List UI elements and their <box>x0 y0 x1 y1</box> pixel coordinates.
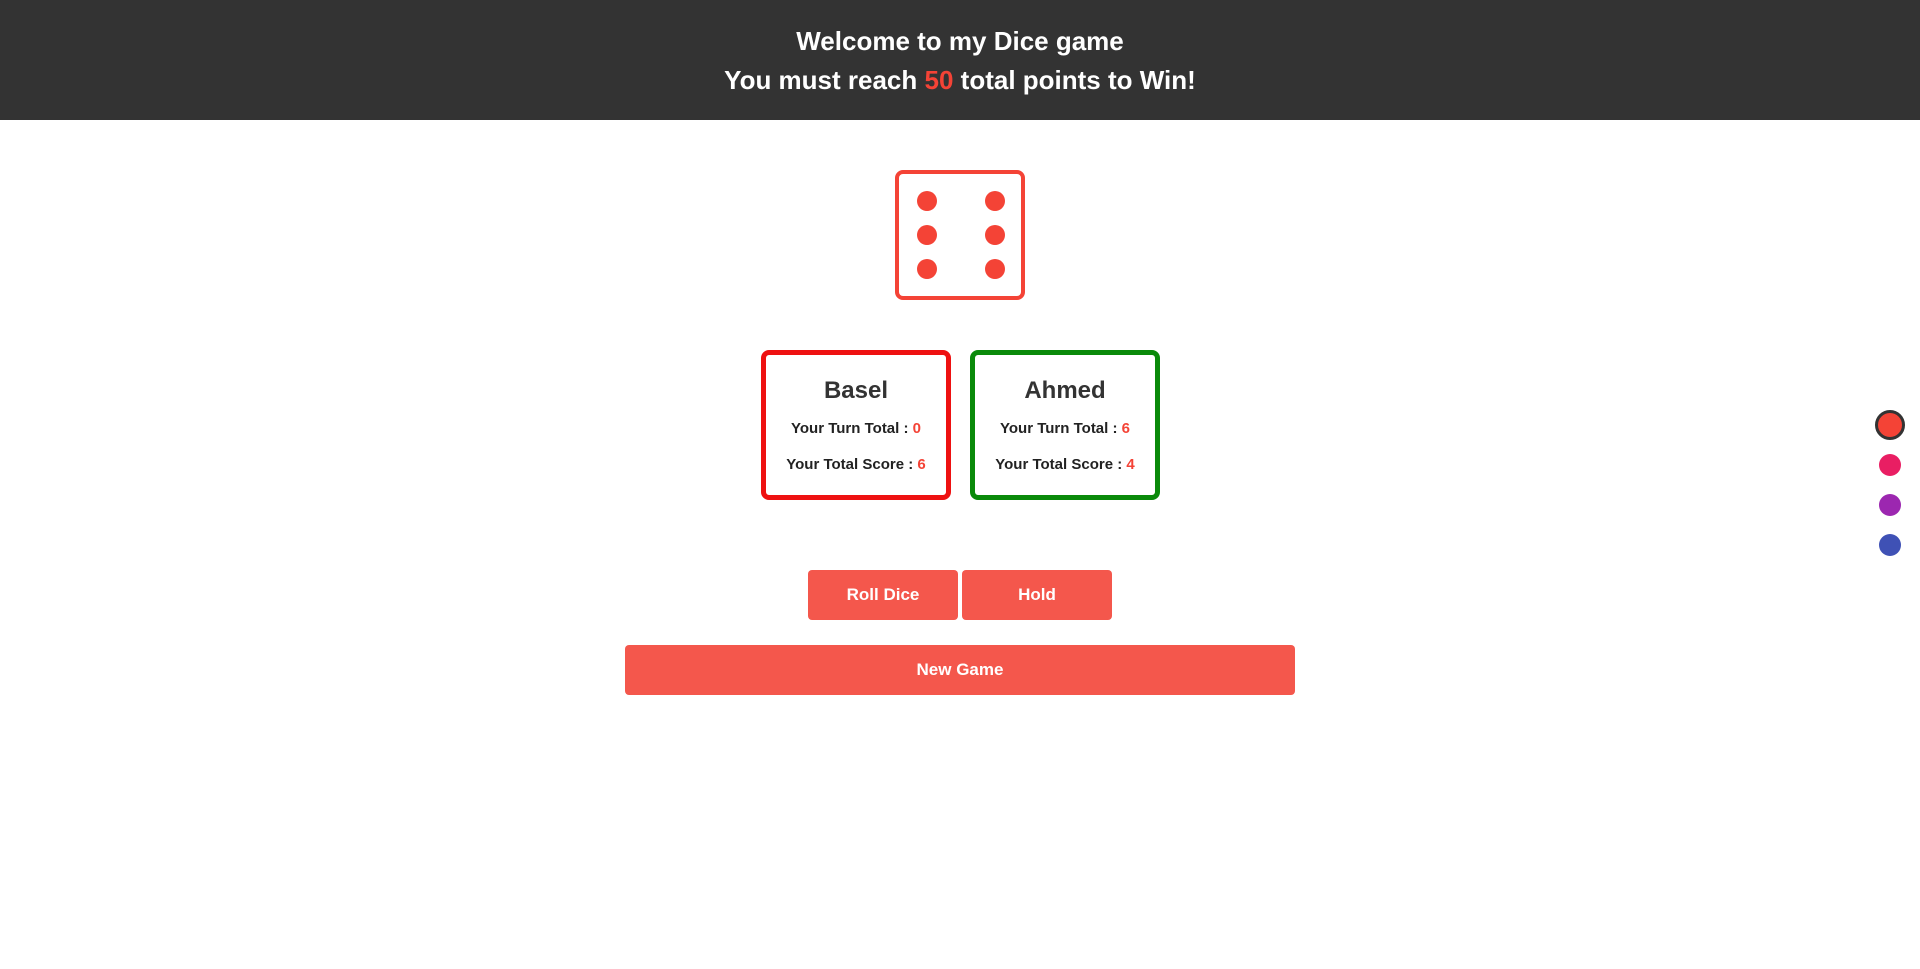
roll-dice-button[interactable]: Roll Dice <box>808 570 958 620</box>
turn-total-label: Your Turn Total : <box>791 420 909 437</box>
turn-total-row: Your Turn Total : 0 <box>766 420 946 438</box>
total-score-value: 6 <box>917 456 926 473</box>
total-score-row: Your Total Score : 6 <box>766 456 946 474</box>
total-score-label: Your Total Score : <box>786 456 914 473</box>
dice-six-icon <box>895 170 1025 300</box>
header-bar: Welcome to my Dice game You must reach 5… <box>0 0 1920 120</box>
dice-pip <box>917 225 937 245</box>
turn-total-value: 0 <box>912 420 921 437</box>
hold-button[interactable]: Hold <box>962 570 1112 620</box>
dice-pip <box>917 191 937 211</box>
dice-pip <box>985 191 1005 211</box>
goal-text: You must reach 50 total points to Win! <box>0 65 1920 95</box>
dice-pip <box>917 259 937 279</box>
player-card-2: Ahmed Your Turn Total : 6 Your Total Sco… <box>970 350 1160 500</box>
goal-points: 50 <box>924 65 954 95</box>
goal-prefix: You must reach <box>724 65 925 95</box>
total-score-label: Your Total Score : <box>995 456 1123 473</box>
turn-total-row: Your Turn Total : 6 <box>975 420 1155 438</box>
theme-swatch-pink[interactable] <box>1879 454 1901 476</box>
welcome-title: Welcome to my Dice game <box>796 26 1124 56</box>
new-game-button[interactable]: New Game <box>625 645 1295 695</box>
total-score-row: Your Total Score : 4 <box>975 456 1155 474</box>
player-name: Basel <box>823 377 889 404</box>
dice-pip <box>985 225 1005 245</box>
player-card-1: Basel Your Turn Total : 0 Your Total Sco… <box>761 350 951 500</box>
theme-swatch-indigo[interactable] <box>1879 534 1901 556</box>
total-score-value: 4 <box>1126 456 1135 473</box>
turn-total-label: Your Turn Total : <box>1000 420 1118 437</box>
dice-pip <box>985 259 1005 279</box>
turn-total-value: 6 <box>1121 420 1130 437</box>
player-name: Ahmed <box>1024 377 1106 404</box>
goal-suffix: total points to Win! <box>953 65 1196 95</box>
theme-swatch-purple[interactable] <box>1879 494 1901 516</box>
theme-swatch-red[interactable] <box>1875 410 1905 440</box>
